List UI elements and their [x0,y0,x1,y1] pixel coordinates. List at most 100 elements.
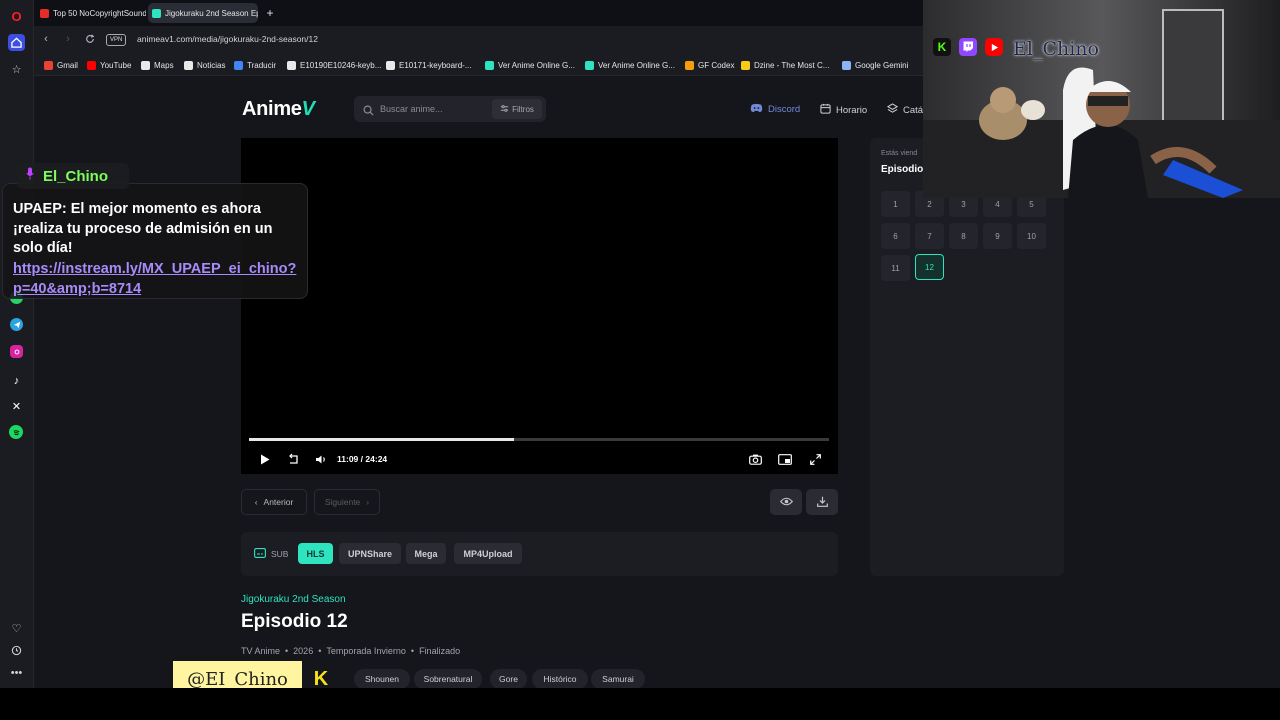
discord-icon [750,103,763,116]
bookmark-label: Dzine - The Most C... [754,60,830,70]
anime-favicon-icon [485,60,494,70]
episode-button-6[interactable]: 6 [881,223,910,249]
chat-username: El_Chino [43,167,109,185]
bookmark-star-icon[interactable]: ☆ [8,61,25,78]
meta-status: Finalizado [419,646,461,656]
bookmark-youtube[interactable]: YouTube [87,59,131,71]
server-mp4upload[interactable]: MP4Upload [454,543,522,564]
episode-button-10[interactable]: 10 [1017,223,1046,249]
youtube-icon [985,38,1003,56]
server-upnshare[interactable]: UPNShare [339,543,401,564]
translate-icon [234,60,243,70]
eye-icon [779,497,793,508]
bookmark-label: Ver Anime Online G... [598,60,675,70]
heart-icon[interactable]: ♡ [8,620,25,637]
bookmark-noticias[interactable]: Noticias [184,59,225,71]
meta-year: 2026 [293,646,314,656]
logo-mark: V [301,98,315,120]
new-tab-button[interactable]: + [262,3,278,23]
more-options-icon[interactable]: ••• [8,664,25,681]
vpn-badge[interactable]: VPN [106,34,127,46]
bookmark-dzine[interactable]: Dzine - The Most C... [741,59,829,71]
bookmark-label: YouTube [100,60,132,70]
tiktok-icon[interactable]: ♪ [8,372,25,389]
forward-arrow-icon[interactable]: › [61,32,75,46]
current-time: 11:09 [337,454,359,464]
bookmark-traducir[interactable]: Traducir [234,59,276,71]
meta-season: Temporada Invierno [326,646,406,656]
instagram-icon[interactable] [10,345,23,358]
nav-discord[interactable]: Discord [750,103,800,116]
bookmark-gmail[interactable]: Gmail [44,59,78,71]
screenshot-camera-icon[interactable] [747,451,763,467]
bookmark-anime-online-1[interactable]: Ver Anime Online G... [485,59,575,71]
nav-catalogo[interactable]: Catá [886,103,923,117]
letterbox-bar [0,688,1280,720]
fullscreen-icon[interactable] [807,451,823,467]
episode-title: Episodio 12 [241,611,348,632]
watching-label: Estás viend [881,150,918,157]
dzine-icon [741,60,750,70]
next-episode-button[interactable]: Siguiente › [314,489,380,515]
search-input[interactable] [380,103,480,115]
video-player[interactable]: 11:09 / 24:24 [241,138,838,474]
play-icon[interactable] [257,451,273,467]
genre-tag[interactable]: Sobrenatural [414,669,482,688]
episode-button-8[interactable]: 8 [949,223,978,249]
episode-button-11[interactable]: 11 [881,255,910,281]
search-bar: Filtros [354,96,546,122]
episode-button-7[interactable]: 7 [915,223,944,249]
anime-favicon-icon [585,60,594,70]
picture-in-picture-icon[interactable] [777,451,793,467]
bookmark-gf-codex[interactable]: GF Codex [685,59,734,71]
tab-ncs-playlist[interactable]: Top 50 NoCopyrightSounds [36,3,146,23]
genre-tag[interactable]: Histórico [532,669,588,688]
server-hls[interactable]: HLS [298,543,333,564]
progress-bar[interactable] [249,438,829,441]
previous-episode-button[interactable]: ‹ Anterior [241,489,307,515]
chat-message-link[interactable]: https://instream.ly/MX_UPAEP_ei_chino?p=… [13,259,297,299]
tab-jigokuraku[interactable]: Jigokuraku 2nd Season Ep [148,3,258,23]
bookmark-anime-online-2[interactable]: Ver Anime Online G... [585,59,675,71]
episode-button-9[interactable]: 9 [983,223,1012,249]
bookmark-gemini[interactable]: Google Gemini [842,59,908,71]
back-arrow-icon[interactable]: ‹ [39,32,53,46]
spotify-icon[interactable] [9,425,23,439]
server-mega[interactable]: Mega [406,543,446,564]
twitch-icon [959,38,977,56]
sub-indicator: SUB [254,548,288,560]
filters-label: Filtros [512,104,534,114]
url-field[interactable]: animeav1.com/media/jigokuraku-2nd-season… [137,34,318,44]
subtitles-icon [254,548,266,560]
gemini-icon [842,60,851,70]
reload-icon[interactable] [83,32,97,46]
genre-tag[interactable]: Samurai [591,669,645,688]
history-clock-icon[interactable] [8,642,25,659]
genre-tag[interactable]: Gore [490,669,527,688]
series-link[interactable]: Jigokuraku 2nd Season [241,594,346,605]
home-icon[interactable] [8,34,25,51]
screen: O ☆ ♪ ✕ ♡ ••• Top 50 NoCopyrightSounds J… [0,0,1280,720]
genre-tag[interactable]: Shounen [354,669,410,688]
download-button[interactable] [806,489,838,515]
download-icon [816,496,828,509]
address-bar: ‹ › VPN animeav1.com/media/jigokuraku-2n… [34,26,924,54]
telegram-icon[interactable] [10,318,23,331]
webcam-streamer-name: El_Chino [1013,38,1099,60]
x-twitter-icon[interactable]: ✕ [8,398,25,415]
volume-icon[interactable] [313,451,329,467]
opera-logo-icon[interactable]: O [8,8,25,25]
bookmark-keyboard-1[interactable]: E10190E10246-keyb... [287,59,381,71]
episodes-panel: Estás viend Episodio 1 2 3 4 5 6 7 8 9 1… [870,138,1064,576]
bookmark-maps[interactable]: Maps [141,59,174,71]
rewind-10-icon[interactable] [285,451,301,467]
nav-horario[interactable]: Horario [820,103,867,117]
episode-button-1[interactable]: 1 [881,191,910,217]
bookmark-keyboard-2[interactable]: E10171-keyboard-... [386,59,472,71]
site-logo[interactable]: AnimeV [242,98,315,121]
kick-icon: K [933,38,951,56]
episode-button-12[interactable]: 12 [915,254,944,280]
filters-button[interactable]: Filtros [492,99,542,119]
mark-watched-button[interactable] [770,489,802,515]
kick-logo-icon: K [313,667,329,690]
